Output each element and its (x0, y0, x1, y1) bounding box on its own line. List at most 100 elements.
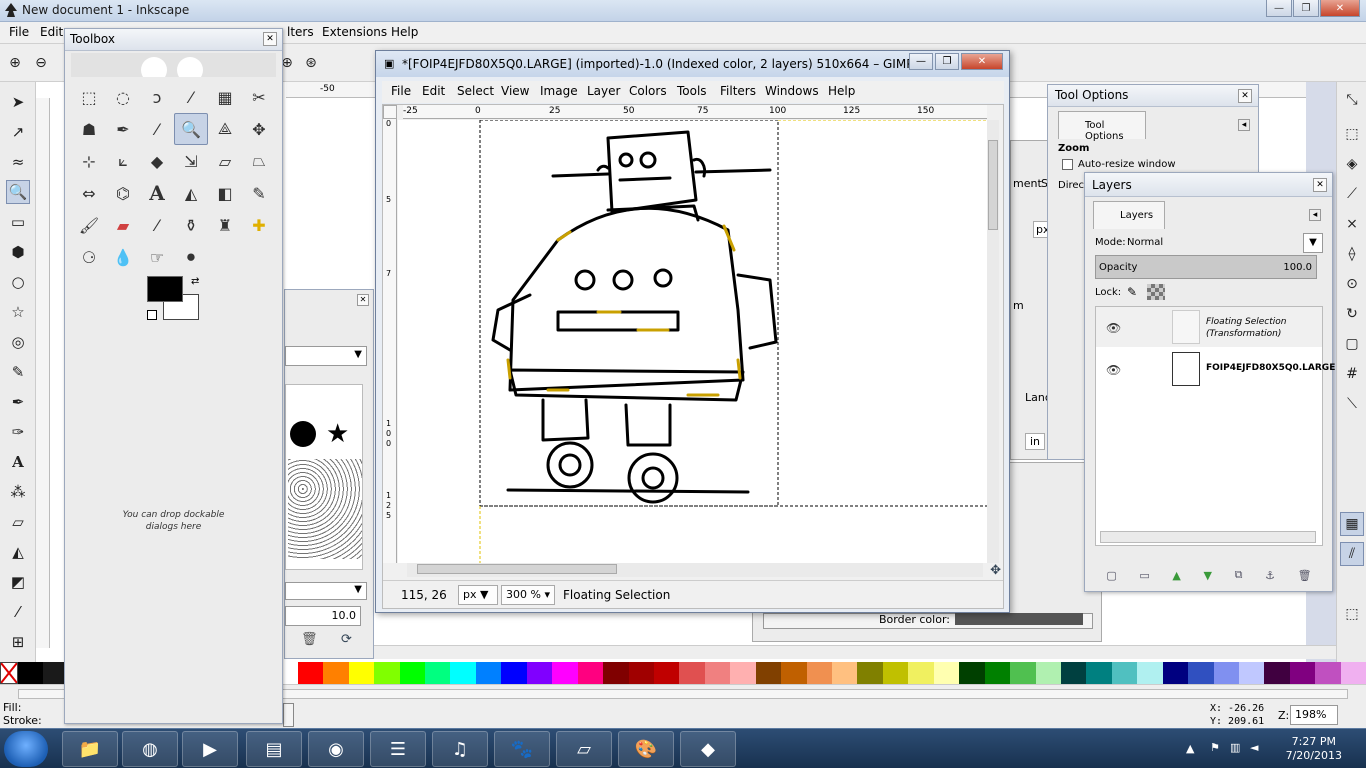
visibility-eye-icon[interactable]: 👁 (1106, 363, 1121, 377)
ink-icon[interactable]: ⚱ (174, 209, 208, 241)
network-icon[interactable]: ▥ (1230, 741, 1240, 754)
swatch-olive[interactable] (857, 662, 883, 684)
swatch-brown[interactable] (755, 662, 782, 684)
gimp-menu-select[interactable]: Select (457, 84, 494, 98)
refresh-brushes-icon[interactable]: ⟳ (341, 632, 352, 647)
swatch-orange[interactable] (323, 662, 349, 684)
spray-tool-icon[interactable]: ⁂ (6, 480, 30, 504)
swatch-orange-3[interactable] (832, 662, 858, 684)
swatch-green-4[interactable] (1035, 662, 1061, 684)
border-color-swatch[interactable] (955, 613, 1083, 625)
swatch-dkgreen[interactable] (959, 662, 985, 684)
layers-list-scrollbar[interactable] (1100, 531, 1316, 543)
swatch-lime[interactable] (374, 662, 400, 684)
swatch-yellow[interactable] (348, 662, 375, 684)
lower-layer-icon[interactable]: ▼ (1204, 569, 1212, 582)
star-tool-icon[interactable]: ☆ (6, 300, 30, 324)
tweak-tool-icon[interactable]: ≈ (6, 150, 30, 174)
layers-tab[interactable]: Layers (1093, 201, 1165, 229)
gimp-menu-colors[interactable]: Colors (629, 84, 667, 98)
swatch-green[interactable] (399, 662, 425, 684)
swatch-violet[interactable] (526, 662, 553, 684)
brushes-grid[interactable]: ★ (285, 384, 363, 570)
anchor-layer-icon[interactable]: ⚓ (1265, 569, 1275, 582)
menu-help[interactable]: Help (391, 25, 418, 39)
inkscape-horizontal-scrollbar[interactable] (300, 645, 1336, 659)
gimp-taskbar-icon[interactable]: 🐾 (494, 731, 550, 767)
swatch-teal-4[interactable] (1137, 662, 1163, 684)
swatch-orange-2[interactable] (806, 662, 832, 684)
gimp-menu-edit[interactable]: Edit (422, 84, 445, 98)
brushes-close-icon[interactable]: ✕ (357, 294, 369, 306)
swatch-purple-2[interactable] (1289, 662, 1316, 684)
snap-paths-icon[interactable]: ⟋ (1340, 182, 1364, 206)
blur-icon[interactable]: 💧 (106, 241, 140, 273)
flag-icon[interactable]: ⚑ (1210, 741, 1220, 754)
swatch-navy-3[interactable] (1213, 662, 1239, 684)
dodge-burn-icon[interactable]: ⚫ (174, 241, 208, 273)
foreground-color-swatch[interactable] (147, 276, 183, 302)
unit-selector[interactable]: px ▼ (458, 585, 498, 605)
gimp-menu-windows[interactable]: Windows (765, 84, 819, 98)
remote-desktop-taskbar-icon[interactable]: ▤ (246, 731, 302, 767)
node-tool-icon[interactable]: ↗ (6, 120, 30, 144)
quick-mask-corner[interactable] (383, 105, 397, 119)
ellipse-select-icon[interactable]: ◌ (106, 81, 140, 113)
pencil-icon[interactable]: ✎ (242, 177, 276, 209)
tool-options-tab[interactable]: Tool Options (1058, 111, 1146, 142)
gimp-menu-file[interactable]: File (391, 84, 411, 98)
brush-star[interactable]: ★ (326, 419, 349, 449)
calligraphy-tool-icon[interactable]: ✑ (6, 420, 30, 444)
new-layer-group-icon[interactable]: ▭ (1139, 569, 1149, 582)
swatch-magenta[interactable] (552, 662, 578, 684)
media-player-taskbar-icon[interactable]: ▶ (182, 731, 238, 767)
menu-extensions[interactable]: Extensions (322, 25, 387, 39)
gimp-close-button[interactable]: ✕ (961, 53, 1003, 70)
minimize-button[interactable]: — (1266, 0, 1292, 17)
heal-icon[interactable]: ✚ (242, 209, 276, 241)
swatch-spring[interactable] (425, 662, 451, 684)
crop-icon[interactable]: ⟀ (106, 145, 140, 177)
tab-menu-icon[interactable]: ◂ (1238, 119, 1250, 131)
fuzzy-select-icon[interactable]: ⁄ (174, 81, 208, 113)
swatch-navy-4[interactable] (1239, 662, 1265, 684)
layer-row[interactable]: 👁 Floating Selection (Transformation) (1096, 307, 1322, 347)
raise-layer-icon[interactable]: ▲ (1172, 569, 1180, 582)
paint-taskbar-icon[interactable]: 🎨 (618, 731, 674, 767)
swatch-red-5[interactable] (730, 662, 756, 684)
measure-icon[interactable]: ⟁ (208, 113, 242, 145)
perspective-clone-icon[interactable]: ⚆ (72, 241, 106, 273)
flip-icon[interactable]: ⇔ (72, 177, 106, 209)
eraser-tool-icon[interactable]: ▱ (6, 510, 30, 534)
snap-bbox-icon[interactable]: ⬚ (1340, 122, 1364, 146)
auto-resize-checkbox[interactable] (1062, 159, 1073, 170)
zoom-tool-icon[interactable]: 🔍 (6, 180, 30, 204)
zoom-selection-icon[interactable]: ⬚ (1340, 602, 1364, 626)
brush-circle-hard[interactable] (290, 421, 316, 447)
gimp-vertical-scrollbar[interactable] (987, 120, 999, 563)
zoom-field[interactable]: 198% (1290, 705, 1338, 725)
swatch-dark-red[interactable] (628, 662, 654, 684)
gimp-menu-layer[interactable]: Layer (587, 84, 620, 98)
snap-rotation-icon[interactable]: ↻ (1340, 302, 1364, 326)
itunes-taskbar-icon[interactable]: ♫ (432, 731, 488, 767)
snap-page-icon[interactable]: ▢ (1340, 332, 1364, 356)
new-layer-icon[interactable]: ▢ (1106, 569, 1116, 582)
gimp-menu-tools[interactable]: Tools (677, 84, 707, 98)
scissors-icon[interactable]: ✂ (242, 81, 276, 113)
menu-file[interactable]: File (9, 25, 29, 39)
swatch-green-3[interactable] (1010, 662, 1036, 684)
tool-options-close-icon[interactable]: ✕ (1238, 89, 1252, 103)
gimp-menu-view[interactable]: View (501, 84, 529, 98)
maximize-button[interactable]: ❐ (1293, 0, 1319, 17)
gimp-canvas[interactable] (398, 120, 988, 563)
swatch-teal[interactable] (1060, 662, 1087, 684)
snap-grid-icon[interactable]: # (1340, 362, 1364, 386)
gimp-horizontal-scrollbar[interactable] (407, 563, 983, 577)
menu-edit[interactable]: Edit (40, 25, 63, 39)
notepad-taskbar-icon[interactable]: ☰ (370, 731, 426, 767)
text-tool-icon[interactable]: A (6, 450, 30, 474)
gimp-menu-help[interactable]: Help (828, 84, 855, 98)
3d-box-tool-icon[interactable]: ⬢ (6, 240, 30, 264)
inkscape-taskbar-icon[interactable]: ◆ (680, 731, 736, 767)
